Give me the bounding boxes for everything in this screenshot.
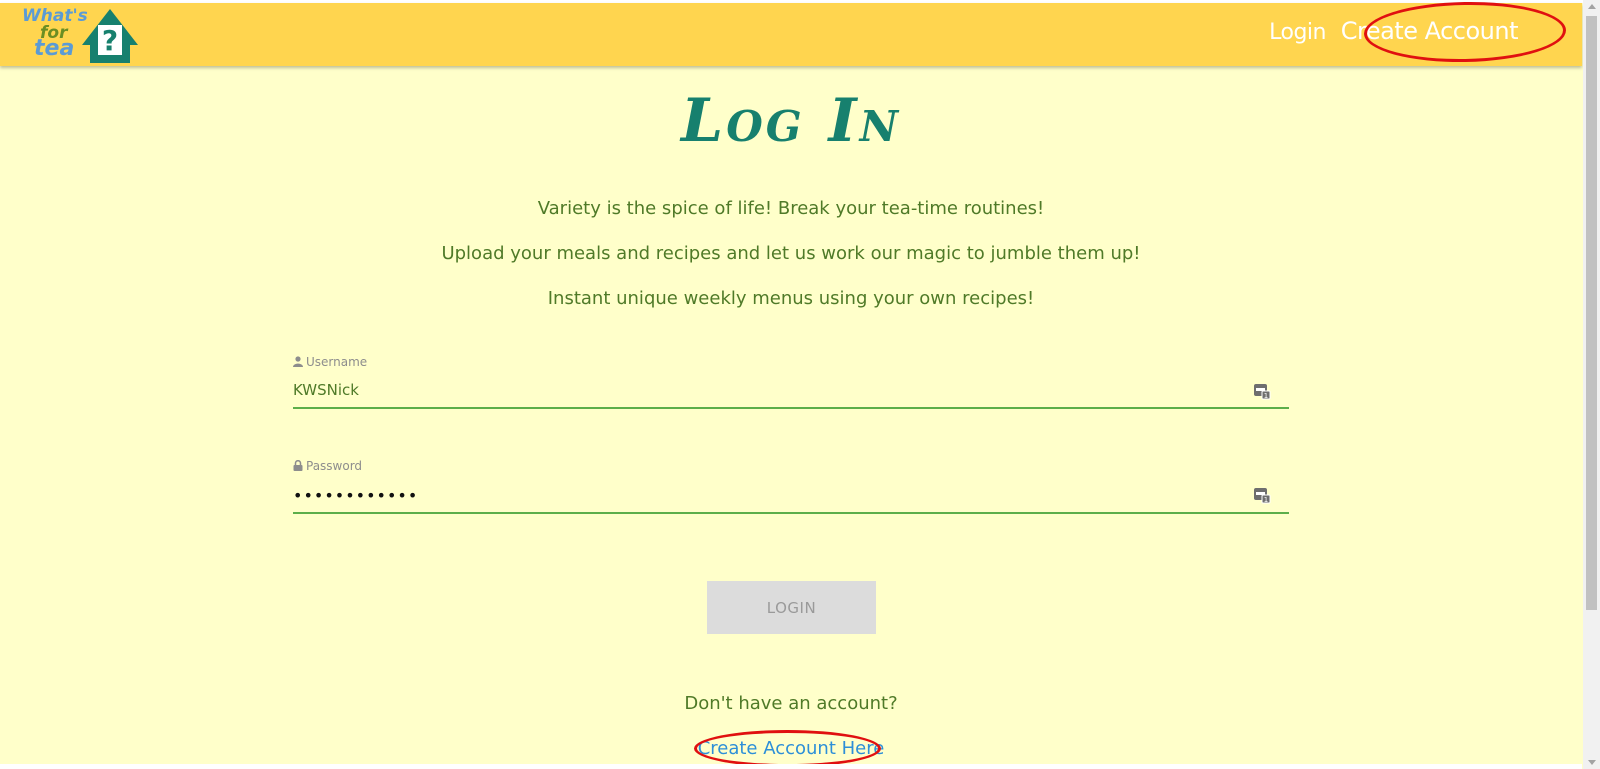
navbar: ? What's for tea Login Create Account [0, 3, 1582, 66]
lock-icon [293, 459, 303, 471]
scroll-down-icon[interactable] [1588, 760, 1596, 765]
password-input[interactable] [293, 478, 1289, 514]
red-annotation-circle [694, 730, 881, 767]
page: ? What's for tea Login Create Account Lo… [0, 0, 1600, 769]
password-label: Password [293, 459, 362, 473]
scroll-up-icon[interactable] [1588, 4, 1596, 9]
login-button[interactable]: LOGIN [707, 581, 876, 634]
no-account-text: Don't have an account? [684, 693, 898, 714]
tagline-2: Upload your meals and recipes and let us… [441, 243, 1141, 264]
username-input[interactable] [293, 373, 1289, 409]
bottom-edge [0, 764, 1582, 769]
svg-text:1: 1 [1264, 496, 1268, 504]
username-label: Username [293, 355, 367, 369]
password-label-text: Password [306, 459, 363, 473]
scroll-thumb[interactable] [1586, 16, 1597, 610]
password-manager-icon[interactable]: 1 [1253, 486, 1271, 504]
user-icon [293, 356, 303, 367]
password-manager-icon[interactable]: 1 [1253, 382, 1271, 400]
username-label-text: Username [306, 355, 368, 369]
svg-text:1: 1 [1264, 392, 1268, 400]
logo-line-3: tea [34, 36, 75, 61]
svg-text:?: ? [102, 24, 118, 57]
logo[interactable]: ? What's for tea [20, 5, 140, 65]
page-title: Log In [681, 86, 901, 156]
tagline-3: Instant unique weekly menus using your o… [547, 288, 1035, 309]
vertical-scrollbar[interactable] [1583, 0, 1600, 769]
tagline-1: Variety is the spice of life! Break your… [537, 198, 1045, 219]
nav-login-link[interactable]: Login [1269, 20, 1326, 45]
